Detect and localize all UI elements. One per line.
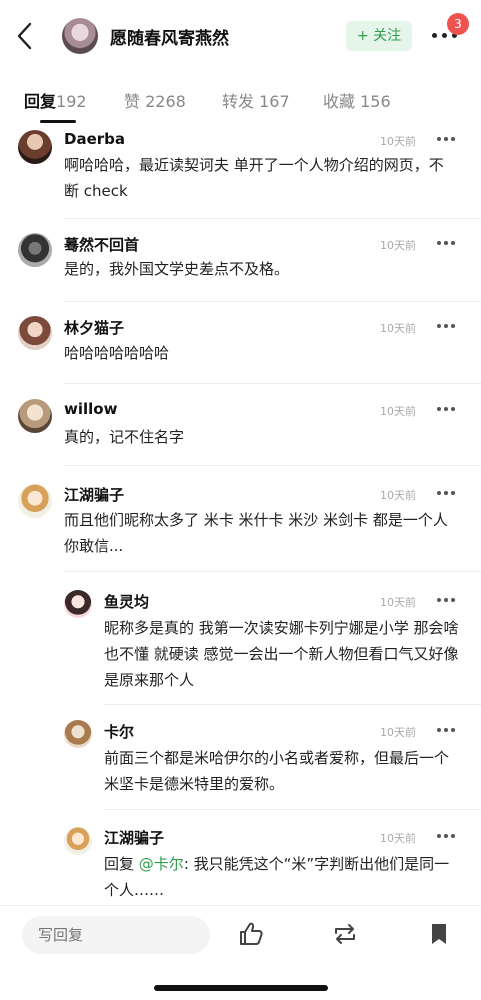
follow-button[interactable]: + 关注 (346, 21, 412, 51)
more-dots-icon[interactable] (437, 320, 457, 332)
comment-item[interactable]: willow 10天前 真的，记不住名字 (0, 384, 481, 464)
comment-time: 10天前 (380, 322, 416, 335)
divider (64, 218, 481, 219)
back-arrow-icon[interactable] (14, 20, 38, 52)
more-dots-icon[interactable] (437, 594, 457, 606)
divider (64, 571, 481, 572)
avatar[interactable] (18, 130, 52, 164)
more-dots-icon[interactable] (437, 403, 457, 415)
reply-item[interactable]: 鱼灵均 10天前 昵称多是真的 我第一次读安娜卡列宁娜是小学 那会啥也不懂 就硬… (0, 573, 481, 703)
comment-item[interactable]: Daerba 10天前 啊哈哈哈，最近读契诃夫 单开了一个人物介绍的网页，不断 … (0, 124, 481, 216)
comment-author[interactable]: 林夕猫子 (64, 317, 124, 338)
tab-count: 192 (56, 92, 87, 111)
divider (104, 809, 481, 810)
active-tab-indicator (40, 120, 76, 123)
reply-prefix: 回复 (104, 855, 135, 873)
avatar[interactable] (64, 720, 92, 748)
avatar[interactable] (18, 233, 52, 267)
comment-text: 真的，记不住名字 (64, 428, 185, 446)
comment-item[interactable]: 林夕猫子 10天前 哈哈哈哈哈哈哈 (0, 302, 481, 382)
comment-time: 10天前 (380, 135, 416, 148)
tab-count: 167 (259, 92, 290, 111)
comment-author[interactable]: Daerba (64, 130, 125, 148)
more-dots-icon[interactable] (437, 133, 457, 145)
reply-text: 前面三个都是米哈伊尔的小名或者爱称，但最后一个米坚卡是德米特里的爱称。 (104, 749, 450, 793)
reply-author[interactable]: 江湖骗子 (104, 827, 164, 848)
avatar[interactable] (18, 399, 52, 433)
more-dots-icon[interactable] (437, 237, 457, 249)
author-avatar[interactable] (62, 18, 98, 54)
more-dots-icon[interactable] (437, 487, 457, 499)
tab-replies[interactable]: 回复192 (24, 88, 87, 112)
reply-text: 昵称多是真的 我第一次读安娜卡列宁娜是小学 那会啥也不懂 就硬读 感觉一会出一个… (104, 619, 459, 689)
top-bar: 愿随春风寄燕然 + 关注 3 (0, 0, 481, 72)
repost-icon[interactable] (331, 920, 359, 948)
tab-likes[interactable]: 赞 2268 (124, 88, 186, 112)
thumbs-up-icon[interactable] (237, 920, 265, 948)
tab-label: 赞 (124, 92, 141, 111)
divider (104, 704, 481, 705)
reply-input[interactable] (22, 916, 210, 954)
comment-time: 10天前 (380, 239, 416, 252)
tab-label: 回复 (24, 92, 57, 111)
comment-time: 10天前 (380, 405, 416, 418)
tab-reposts[interactable]: 转发 167 (222, 88, 290, 112)
comment-author[interactable]: willow (64, 400, 117, 418)
avatar[interactable] (18, 316, 52, 350)
bottom-bar (0, 905, 481, 1000)
comment-item[interactable]: 蓦然不回首 10天前 是的，我外国文学史差点不及格。 (0, 220, 481, 300)
comment-text: 而且他们昵称太多了 米卡 米什卡 米沙 米剑卡 都是一个人你敢信... (64, 511, 448, 555)
tab-label: 收藏 (323, 92, 356, 111)
more-dots-icon[interactable] (437, 830, 457, 842)
reply-author[interactable]: 卡尔 (104, 721, 134, 742)
reply-time: 10天前 (380, 832, 416, 845)
reply-time: 10天前 (380, 596, 416, 609)
comment-item[interactable]: 江湖骗子 10天前 而且他们昵称太多了 米卡 米什卡 米沙 米剑卡 都是一个人你… (0, 466, 481, 566)
avatar[interactable] (18, 484, 52, 518)
reply-item[interactable]: 卡尔 10天前 前面三个都是米哈伊尔的小名或者爱称，但最后一个米坚卡是德米特里的… (0, 706, 481, 808)
tab-count: 2268 (145, 92, 186, 111)
more-dots-icon[interactable] (437, 724, 457, 736)
tab-bar: 回复192 赞 2268 转发 167 收藏 156 (0, 84, 481, 124)
reply-author[interactable]: 鱼灵均 (104, 591, 149, 612)
comment-author[interactable]: 江湖骗子 (64, 484, 124, 505)
mention-link[interactable]: @卡尔 (139, 855, 184, 873)
reply-item[interactable]: 江湖骗子 10天前 回复 @卡尔: 我只能凭这个“米”字判断出他们是同一个人…… (0, 811, 481, 901)
avatar[interactable] (64, 827, 92, 855)
bookmark-icon[interactable] (425, 920, 453, 948)
comment-text: 是的，我外国文学史差点不及格。 (64, 260, 290, 278)
reply-text: 回复 @卡尔: 我只能凭这个“米”字判断出他们是同一个人…… (104, 851, 460, 903)
author-name[interactable]: 愿随春风寄燕然 (110, 24, 229, 49)
comment-author[interactable]: 蓦然不回首 (64, 234, 139, 255)
comment-text: 啊哈哈哈，最近读契诃夫 单开了一个人物介绍的网页，不断 check (64, 156, 444, 200)
tab-count: 156 (360, 92, 391, 111)
home-indicator (154, 985, 328, 991)
avatar[interactable] (64, 590, 92, 618)
reply-time: 10天前 (380, 726, 416, 739)
comment-text: 哈哈哈哈哈哈哈 (64, 344, 170, 362)
comment-time: 10天前 (380, 489, 416, 502)
tab-label: 转发 (222, 92, 255, 111)
notification-badge: 3 (447, 13, 469, 35)
tab-favorites[interactable]: 收藏 156 (323, 88, 391, 112)
